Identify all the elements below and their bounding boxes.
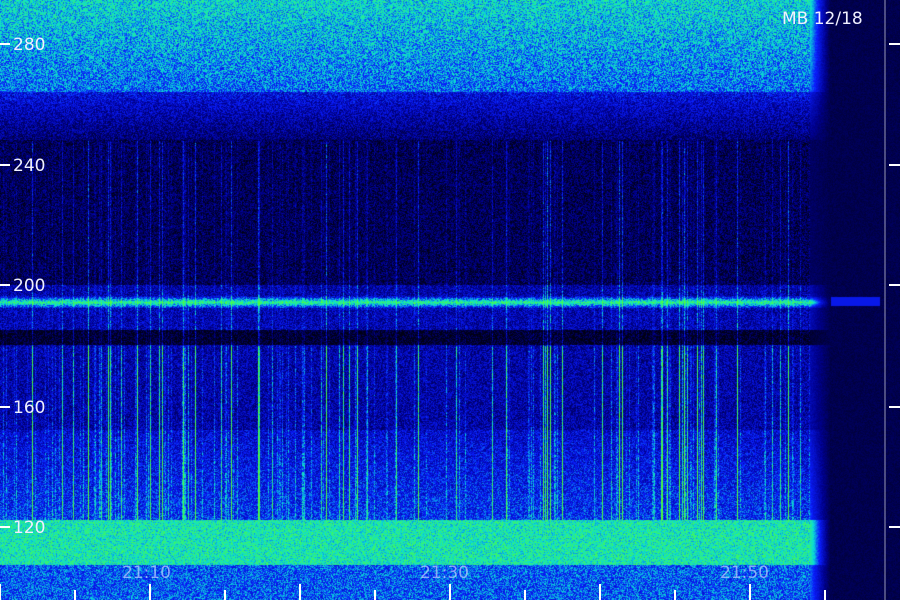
spectrogram-view: 280 240 200 160 120 21:10 21:30 21:50 MB… [0, 0, 900, 600]
spectrogram-canvas [0, 0, 900, 600]
